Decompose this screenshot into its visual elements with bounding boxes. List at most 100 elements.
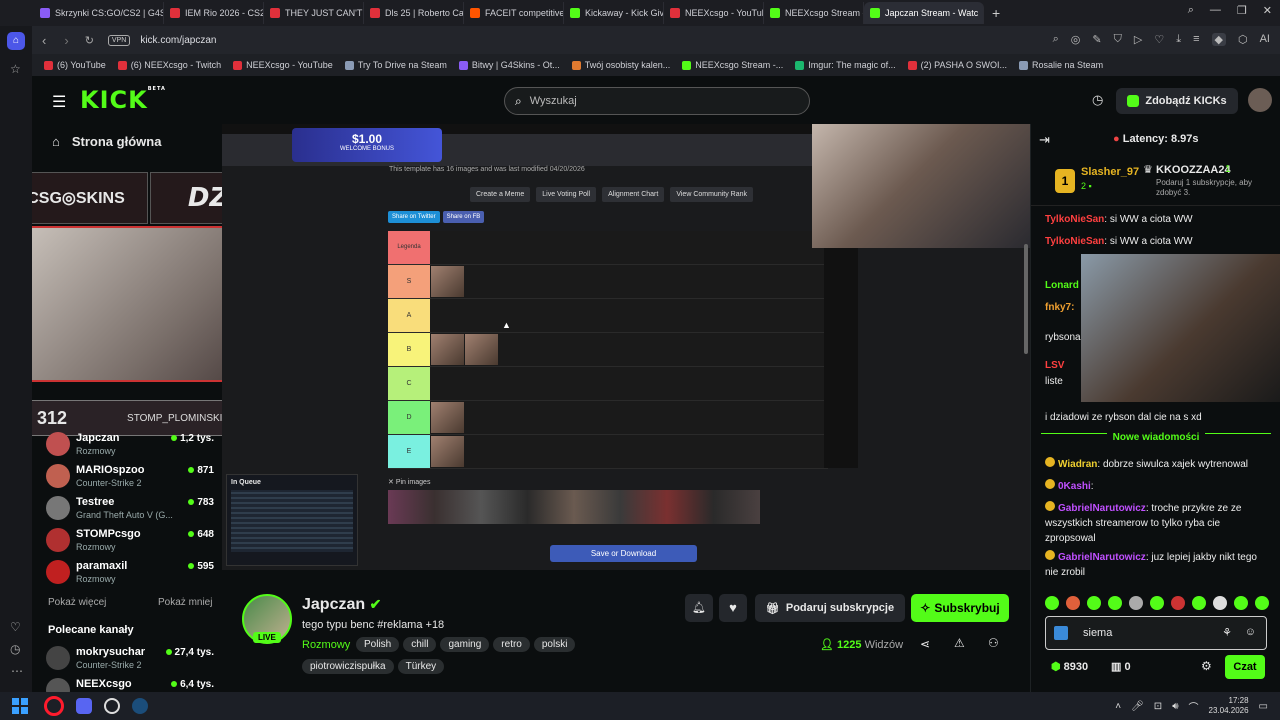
heart-ext-icon[interactable]: ♡ (1154, 33, 1164, 46)
chat-message[interactable]: GabrielNarutowicz: troche przykre ze ze … (1045, 501, 1270, 546)
wifi-icon[interactable]: ⌒ (1189, 699, 1199, 714)
shield-icon[interactable]: ⛉ (1114, 33, 1122, 46)
tier-image[interactable] (431, 436, 464, 467)
clock[interactable]: 17:28 23.04.2026 (1209, 696, 1249, 716)
tier-image[interactable] (465, 334, 498, 365)
tag-pill[interactable]: piotrowiczispułka (302, 659, 394, 674)
opera-taskbar-icon[interactable] (44, 696, 64, 716)
bookmark-0[interactable]: (6) YouTube (44, 60, 106, 70)
chat-message[interactable]: GabrielNarutowicz: juz lepiej jakby nikt… (1045, 550, 1270, 580)
tier-action-button[interactable]: Create a Meme (470, 187, 531, 202)
sidebar-channel[interactable]: STOMPcsgo Rozmowy 648 (46, 526, 214, 558)
bookmark-4[interactable]: Bitwy | G4Skins - Ot... (458, 60, 560, 70)
get-kicks-button[interactable]: Zdobądź KICKs (1116, 88, 1238, 114)
sidebar-channel[interactable]: NEEXcsgo 6,4 tys. (46, 676, 214, 692)
chat-message[interactable]: TylkoNieSan: si WW a ciota WW (1045, 212, 1270, 227)
home-icon[interactable]: ⌂ (7, 32, 25, 50)
sidebar-channel[interactable]: Japczan Rozmowy 1,2 tys. (46, 430, 214, 462)
minimize-icon[interactable]: — (1210, 4, 1221, 17)
forward-icon[interactable]: › (64, 33, 68, 48)
bookmark-7[interactable]: Imgur: The magic of... (795, 60, 896, 70)
tab-1[interactable]: IEM Rio 2026 - CS2 Fragn (164, 2, 264, 24)
history-icon[interactable]: ◷ (1092, 92, 1103, 108)
tier-image[interactable] (431, 334, 464, 365)
close-window-icon[interactable]: ✕ (1263, 4, 1272, 17)
maximize-icon[interactable]: ❐ (1237, 4, 1247, 17)
subs-balance[interactable]: ▥ 0 (1111, 660, 1131, 673)
translate-icon[interactable]: ⚘ (1222, 626, 1232, 639)
chat-message[interactable]: i dziadowi ze rybson dal cie na s xd (1045, 410, 1270, 425)
clock-icon[interactable]: ◷ (10, 642, 20, 656)
stream-category[interactable]: Rozmowy (302, 639, 350, 651)
search-tabs-icon[interactable]: ⌕ (1188, 4, 1194, 17)
tab-6[interactable]: NEEXcsgo - YouTube (664, 2, 764, 24)
tier-controls[interactable] (824, 236, 858, 468)
tag-pill[interactable]: Polish (356, 637, 400, 652)
sidebar-channel[interactable]: MARIOspzoo Counter-Strike 2 871 (46, 462, 214, 494)
discord-taskbar-icon[interactable] (76, 698, 92, 714)
bookmark-2[interactable]: NEEXcsgo - YouTube (233, 60, 333, 70)
reload-icon[interactable]: ↻ (85, 34, 94, 47)
search-input[interactable]: ⌕ Wyszukaj (504, 87, 810, 115)
share-icon[interactable]: ⋖ (920, 637, 930, 651)
hamburger-menu-icon[interactable]: ☰ (52, 92, 66, 112)
sidebar-channel[interactable]: paramaxil Rozmowy 595 (46, 558, 214, 590)
new-tab-button[interactable]: + (992, 5, 1000, 21)
tier-action-button[interactable]: Alignment Chart (602, 187, 665, 202)
kicks-balance[interactable]: ⬢ 8930 (1051, 660, 1088, 673)
tier-action-button[interactable]: Live Voting Poll (536, 187, 597, 202)
bookmark-5[interactable]: Twój osobisty kalen... (571, 60, 670, 70)
chat-settings-icon[interactable]: ⚙ (1201, 659, 1212, 673)
back-icon[interactable]: ‹ (42, 33, 46, 48)
tab-8[interactable]: Japczan Stream - Watc (864, 2, 984, 24)
vpn-badge[interactable]: VPN (107, 34, 131, 46)
play-icon[interactable]: ▷ (1134, 33, 1142, 46)
bookmark-8[interactable]: (2) PASHA O SWOI... (907, 60, 1007, 70)
chat-input[interactable]: siema ⚘ ☺ (1045, 616, 1267, 650)
emote-row[interactable] (1045, 596, 1275, 610)
tag-pill[interactable]: polski (533, 637, 576, 652)
show-more-link[interactable]: Pokaż więcej (48, 597, 106, 608)
network-icon[interactable]: ⊡ (1154, 701, 1162, 712)
windows-start-icon[interactable] (12, 698, 28, 714)
send-chat-button[interactable]: Czat (1225, 655, 1265, 679)
tag-pill[interactable]: chill (403, 637, 437, 652)
tray-chevron-icon[interactable]: ˄ (1115, 701, 1121, 712)
tab-0[interactable]: Skrzynki CS:GO/CS2 | G4S (34, 2, 164, 24)
subscribe-button[interactable]: ✧ Subskrybuj (911, 594, 1009, 622)
save-download-button[interactable]: Save or Download (550, 545, 697, 562)
tab-5[interactable]: Kickaway - Kick Giveaway (564, 2, 664, 24)
tier-image[interactable] (431, 402, 464, 433)
zoom-icon[interactable]: ⌕ (1053, 33, 1059, 46)
user-avatar[interactable] (1248, 88, 1272, 112)
tier-action-button[interactable]: View Community Rank (670, 187, 754, 202)
menu-icon[interactable]: ≡ (1193, 33, 1199, 46)
sidebar-channel[interactable]: Testree Grand Theft Auto V (G... 783 (46, 494, 214, 526)
notifications-icon[interactable]: ▭ (1259, 701, 1268, 712)
edit-icon[interactable]: ✎ (1092, 33, 1101, 46)
tab-7[interactable]: NEEXcsgo Stream - Watc (764, 2, 864, 24)
share-button[interactable]: Share on Twitter (388, 211, 440, 223)
notify-button[interactable]: 🔔︎ (685, 594, 713, 622)
gift-sub-button[interactable]: 🎁︎ Podaruj subskrypcje (755, 594, 905, 622)
sidebar-channel[interactable]: mokrysuchar Counter-Strike 2 27,4 tys. (46, 644, 214, 676)
steam-taskbar-icon[interactable] (132, 698, 148, 714)
tag-pill[interactable]: gaming (440, 637, 490, 652)
chat-message[interactable]: Wiadran: dobrze siwulca xajek wytrenowal (1045, 457, 1270, 472)
tier-image[interactable] (431, 266, 464, 297)
more-icon[interactable]: ⋯ (11, 664, 23, 678)
ai-button[interactable]: AI (1260, 33, 1270, 46)
bookmark-1[interactable]: (6) NEEXcsgo - Twitch (117, 60, 221, 70)
follow-button[interactable]: ♥ (719, 594, 747, 622)
tab-3[interactable]: Dls 25 | Roberto Carlos Ch (364, 2, 464, 24)
show-less-link[interactable]: Pokaż mniej (158, 597, 212, 608)
star-icon[interactable]: ☆ (10, 62, 21, 76)
share-button[interactable]: Share on FB (442, 211, 485, 223)
volume-icon[interactable]: 🔊︎ (1172, 701, 1178, 712)
collapse-chat-icon[interactable]: ⇥ (1039, 132, 1050, 148)
tab-4[interactable]: FACEIT competitive match (464, 2, 564, 24)
video-player[interactable]: $1.00 WELCOME BONUS This template has 16… (222, 124, 1030, 570)
new-messages-divider[interactable]: Nowe wiadomości (1041, 432, 1271, 452)
sidebar-item-home[interactable]: ⌂ Strona główna (32, 134, 181, 149)
heart-icon[interactable]: ♡ (10, 620, 21, 634)
